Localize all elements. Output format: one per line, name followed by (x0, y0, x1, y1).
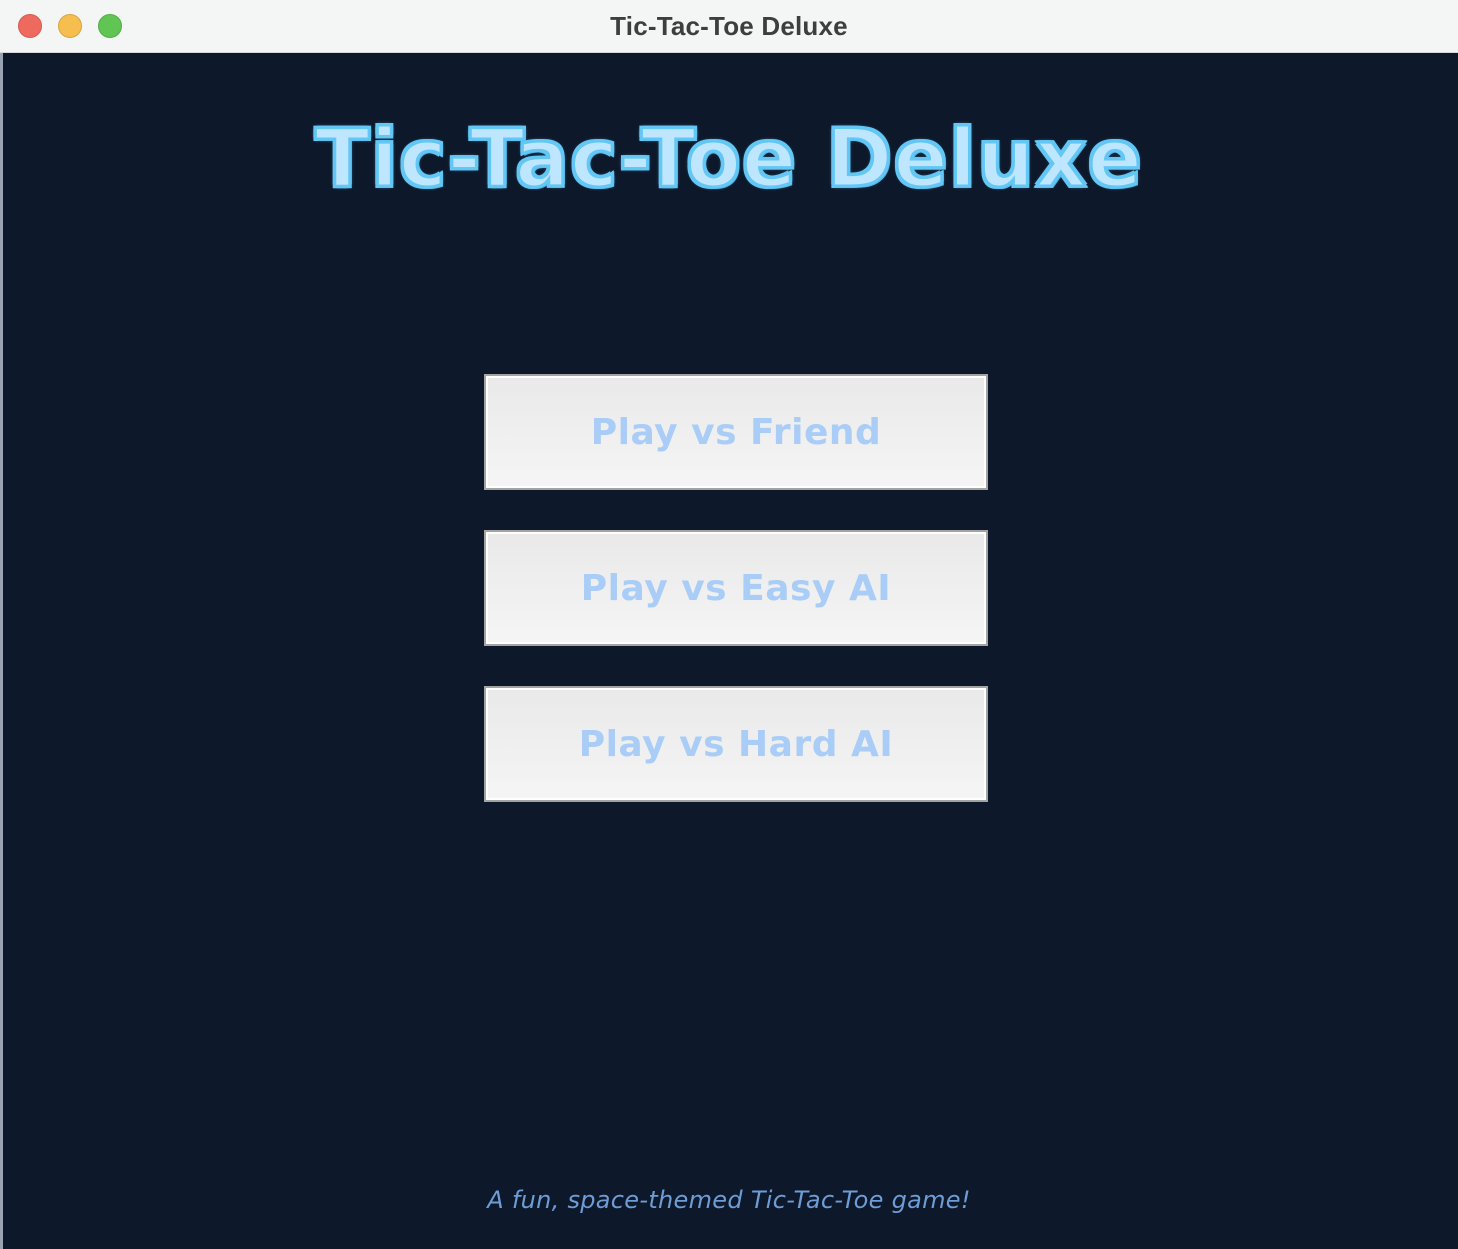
app-window: Tic-Tac-Toe Deluxe Tic-Tac-Toe Deluxe Pl… (0, 0, 1458, 1249)
main-content (3, 53, 1458, 1249)
title-bar[interactable]: Tic-Tac-Toe Deluxe (0, 0, 1458, 53)
play-vs-easy-ai-label: Play vs Easy AI (580, 567, 892, 609)
footer-tagline: A fun, space-themed Tic-Tac-Toe game! (487, 1186, 971, 1214)
window-title: Tic-Tac-Toe Deluxe (610, 11, 848, 41)
play-vs-friend-button[interactable]: Play vs Friend (484, 374, 988, 490)
play-vs-hard-ai-label: Play vs Hard AI (578, 723, 894, 765)
play-vs-friend-label: Play vs Friend (590, 411, 882, 453)
game-title: Tic-Tac-Toe Deluxe (314, 111, 1144, 207)
play-vs-easy-ai-button[interactable]: Play vs Easy AI (484, 530, 988, 646)
play-vs-hard-ai-button[interactable]: Play vs Hard AI (484, 686, 988, 802)
